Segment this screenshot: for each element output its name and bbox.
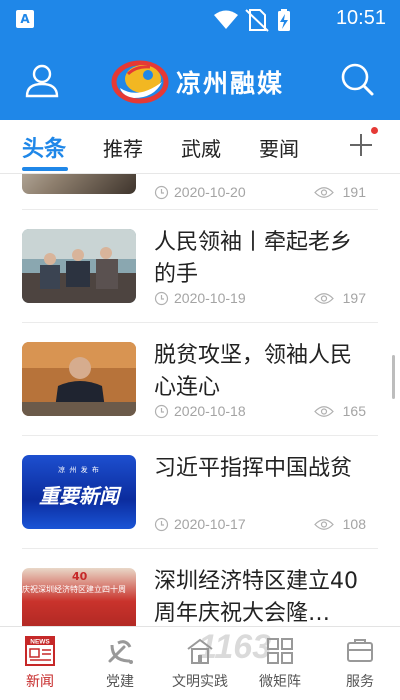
thumbnail-headline: 重要新闻 <box>39 484 119 508</box>
news-views: 197 <box>342 290 366 306</box>
thumbnail-badge: 40 <box>72 570 88 583</box>
views-icon <box>314 406 334 417</box>
news-title: 人民领袖丨牵起老乡的手 <box>154 230 353 287</box>
views-icon <box>314 187 334 198</box>
party-emblem-icon <box>108 640 133 664</box>
news-icon-text: NEWS <box>30 639 50 646</box>
clock-icon <box>154 185 169 200</box>
app-name: 凉州融媒 <box>176 69 285 98</box>
user-profile-icon[interactable] <box>24 62 60 98</box>
views-icon <box>314 293 334 304</box>
news-views: 191 <box>342 184 366 200</box>
news-date: 2020-10-19 <box>174 290 246 306</box>
system-status-icons <box>214 9 290 32</box>
add-channel-icon[interactable] <box>348 132 374 158</box>
tab-headlines[interactable]: 头条 <box>22 131 66 163</box>
thumbnail-caption: 庆祝深圳经济特区建立四十周 <box>22 585 126 594</box>
news-views: 108 <box>342 516 366 532</box>
views-icon <box>314 519 334 530</box>
nav-label: 党建 <box>106 674 134 690</box>
app-notification-icon: A <box>16 10 34 28</box>
nav-party-building[interactable]: 党建 <box>80 627 160 700</box>
news-title: 深圳经济特区建立40周年庆祝大会隆… <box>154 569 358 626</box>
nav-service[interactable]: 服务 <box>320 627 400 700</box>
new-channel-badge <box>371 127 378 134</box>
news-views: 165 <box>342 403 366 419</box>
news-meta: 2020-10-20 191 <box>154 184 366 202</box>
app-logo: 凉州融媒 <box>110 52 300 108</box>
clock-icon <box>154 517 169 532</box>
active-tab-indicator <box>22 167 68 171</box>
nav-label: 新闻 <box>26 674 54 690</box>
news-thumbnail <box>22 229 136 303</box>
news-meta: 2020-10-19 197 <box>154 290 366 308</box>
news-thumbnail <box>22 174 136 194</box>
clock-icon <box>154 291 169 306</box>
nav-label: 服务 <box>346 674 374 690</box>
category-tabs: 头条 推荐 武威 要闻 <box>0 120 400 174</box>
news-title: 脱贫攻坚，领袖人民心连心 <box>154 343 353 400</box>
logo-emblem-icon <box>111 60 169 104</box>
news-title: 习近平指挥中国战贫 <box>154 456 353 481</box>
tab-recommended[interactable]: 推荐 <box>103 133 143 162</box>
list-item[interactable]: 脱贫攻坚，领袖人民心连心 2020-10-18 165 <box>22 323 378 436</box>
list-item[interactable]: 人民领袖丨牵起老乡的手 2020-10-19 197 <box>22 210 378 323</box>
tab-wuwei[interactable]: 武威 <box>181 133 221 162</box>
battery-charging-icon <box>278 9 290 31</box>
news-date: 2020-10-20 <box>174 184 246 200</box>
service-icon <box>347 639 373 662</box>
feed-scrollbar[interactable] <box>392 355 395 399</box>
news-feed[interactable]: 2020-10-20 191 人民领袖丨牵起老乡的手 2020-10-19 19… <box>0 174 400 626</box>
thumbnail-caption: 凉 州 发 布 <box>58 466 100 474</box>
news-thumbnail: 凉 州 发 布 重要新闻 <box>22 455 136 529</box>
news-meta: 2020-10-17 108 <box>154 516 366 534</box>
news-meta: 2020-10-18 165 <box>154 403 366 421</box>
list-item[interactable]: 2020-10-20 191 <box>22 174 378 210</box>
news-thumbnail <box>22 342 136 416</box>
nav-label: 微矩阵 <box>259 674 301 690</box>
wifi-icon <box>214 10 238 29</box>
no-sim-icon <box>245 9 269 32</box>
nav-news[interactable]: NEWS 新闻 <box>0 627 80 700</box>
search-icon[interactable] <box>338 60 376 98</box>
status-time: 10:51 <box>335 7 386 29</box>
list-item[interactable]: 凉 州 发 布 重要新闻 习近平指挥中国战贫 2020-10-17 108 <box>22 436 378 549</box>
news-date: 2020-10-17 <box>174 516 246 532</box>
news-date: 2020-10-18 <box>174 403 246 419</box>
tab-important-news[interactable]: 要闻 <box>259 133 299 162</box>
news-icon: NEWS <box>25 636 55 666</box>
app-header: 凉州融媒 <box>0 38 400 120</box>
list-item[interactable]: 40 庆祝深圳经济特区建立四十周 深圳经济特区建立40周年庆祝大会隆… <box>22 549 378 626</box>
nav-label: 文明实践 <box>172 674 228 690</box>
status-bar: A 10:51 <box>0 0 400 38</box>
site-watermark: 1163 <box>198 628 272 666</box>
clock-icon <box>154 404 169 419</box>
news-thumbnail: 40 庆祝深圳经济特区建立四十周 <box>22 568 136 626</box>
